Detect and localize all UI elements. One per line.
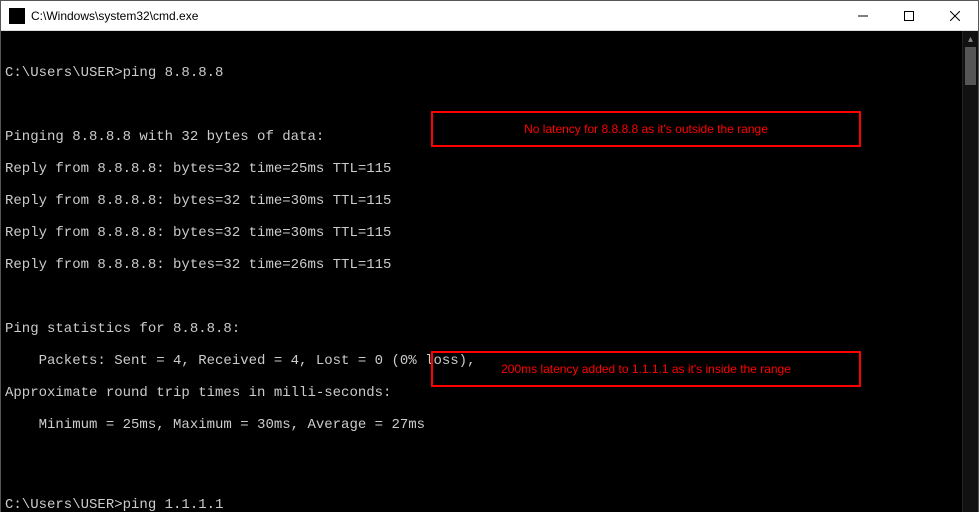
command-text: ping 8.8.8.8 (123, 65, 224, 81)
term-line: Ping statistics for 8.8.8.8: (5, 321, 958, 337)
cmd-window: C:\Windows\system32\cmd.exe C:\Users\USE… (0, 0, 979, 512)
term-line: C:\Users\USER>ping 8.8.8.8 (5, 49, 958, 81)
annotation-box-1: No latency for 8.8.8.8 as it's outside t… (431, 111, 861, 147)
term-blank (5, 289, 958, 305)
term-line: Reply from 8.8.8.8: bytes=32 time=30ms T… (5, 225, 958, 241)
scroll-up-arrow[interactable]: ▴ (963, 31, 978, 47)
annotation-text: No latency for 8.8.8.8 as it's outside t… (524, 121, 768, 137)
terminal[interactable]: C:\Users\USER>ping 8.8.8.8 Pinging 8.8.8… (1, 31, 962, 512)
annotation-box-2: 200ms latency added to 1.1.1.1 as it's i… (431, 351, 861, 387)
window-controls (840, 1, 978, 30)
titlebar: C:\Windows\system32\cmd.exe (1, 1, 978, 31)
term-line: Reply from 8.8.8.8: bytes=32 time=30ms T… (5, 193, 958, 209)
cmd-icon (9, 8, 25, 24)
window-title: C:\Windows\system32\cmd.exe (31, 9, 840, 23)
term-line: C:\Users\USER>ping 1.1.1.1 (5, 481, 958, 512)
minimize-button[interactable] (840, 1, 886, 30)
close-button[interactable] (932, 1, 978, 30)
annotation-text: 200ms latency added to 1.1.1.1 as it's i… (501, 361, 791, 377)
maximize-button[interactable] (886, 1, 932, 30)
term-line: Minimum = 25ms, Maximum = 30ms, Average … (5, 417, 958, 433)
term-line: Reply from 8.8.8.8: bytes=32 time=25ms T… (5, 161, 958, 177)
prompt: C:\Users\USER> (5, 65, 123, 81)
prompt: C:\Users\USER> (5, 497, 123, 512)
terminal-area: C:\Users\USER>ping 8.8.8.8 Pinging 8.8.8… (1, 31, 978, 512)
term-line: Approximate round trip times in milli-se… (5, 385, 958, 401)
command-text: ping 1.1.1.1 (123, 497, 224, 512)
vertical-scrollbar[interactable]: ▴ (962, 31, 978, 512)
scrollbar-thumb[interactable] (965, 47, 976, 85)
term-line: Reply from 8.8.8.8: bytes=32 time=26ms T… (5, 257, 958, 273)
term-blank (5, 449, 958, 465)
